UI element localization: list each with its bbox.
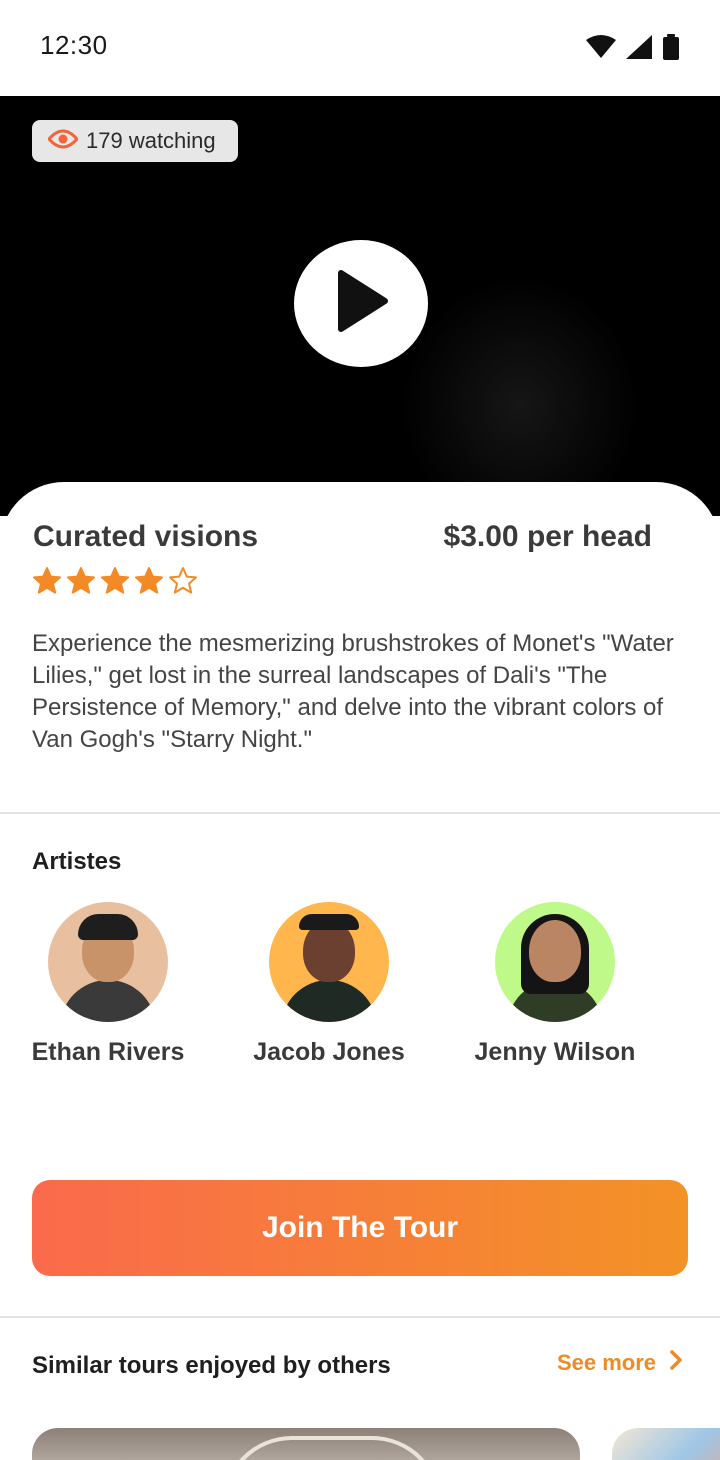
- wifi-icon: [586, 35, 616, 64]
- see-more-link[interactable]: See more: [557, 1350, 682, 1376]
- video-frame: [400, 276, 640, 516]
- watching-count: 179 watching: [86, 128, 216, 153]
- similar-tour-card[interactable]: [32, 1428, 580, 1460]
- divider: [0, 1316, 720, 1318]
- eye-icon: [47, 129, 79, 154]
- artist-card-jenny-wilson[interactable]: Jenny Wilson: [455, 902, 655, 1067]
- star-filled-icon: [33, 567, 61, 594]
- similar-tour-card[interactable]: [612, 1428, 720, 1460]
- tour-details-sheet: Curated visions $3.00 per head Experienc…: [0, 482, 720, 1460]
- status-time: 12:30: [40, 30, 108, 60]
- artist-name: Ethan Rivers: [31, 1038, 185, 1066]
- tour-description: Experience the mesmerizing brushstrokes …: [32, 630, 674, 753]
- signal-icon: [626, 35, 652, 64]
- star-filled-icon: [101, 567, 129, 594]
- status-bar: 12:30: [0, 0, 720, 96]
- watching-badge: 179 watching: [32, 120, 238, 162]
- star-rating: [32, 566, 198, 596]
- see-more-label: See more: [556, 1350, 656, 1375]
- avatar: [495, 902, 615, 1022]
- battery-icon: [662, 34, 680, 65]
- similar-tours-heading: Similar tours enjoyed by others: [32, 1352, 391, 1379]
- artist-card-ethan-rivers[interactable]: Ethan Rivers: [8, 902, 208, 1067]
- tour-title: Curated visions: [33, 520, 259, 553]
- star-filled-icon: [135, 567, 163, 594]
- artistes-heading: Artistes: [32, 848, 122, 875]
- video-player[interactable]: 179 watching: [0, 96, 720, 516]
- join-tour-button[interactable]: Join The Tour: [32, 1180, 688, 1276]
- star-filled-icon: [67, 567, 95, 594]
- tour-price: $3.00 per head: [443, 520, 652, 553]
- artist-card-jacob-jones[interactable]: Jacob Jones: [229, 902, 429, 1067]
- divider: [0, 812, 720, 814]
- play-icon: [333, 269, 389, 338]
- chevron-right-icon: [670, 1350, 682, 1376]
- artist-name: Jenny Wilson: [474, 1038, 636, 1066]
- play-button[interactable]: [294, 240, 428, 367]
- join-tour-label: Join The Tour: [261, 1211, 459, 1244]
- gallery-thumbnail: [222, 1436, 442, 1460]
- avatar: [48, 902, 168, 1022]
- artist-name: Jacob Jones: [253, 1038, 405, 1066]
- avatar: [269, 902, 389, 1022]
- status-icons: [586, 34, 680, 65]
- star-empty-icon: [169, 567, 197, 594]
